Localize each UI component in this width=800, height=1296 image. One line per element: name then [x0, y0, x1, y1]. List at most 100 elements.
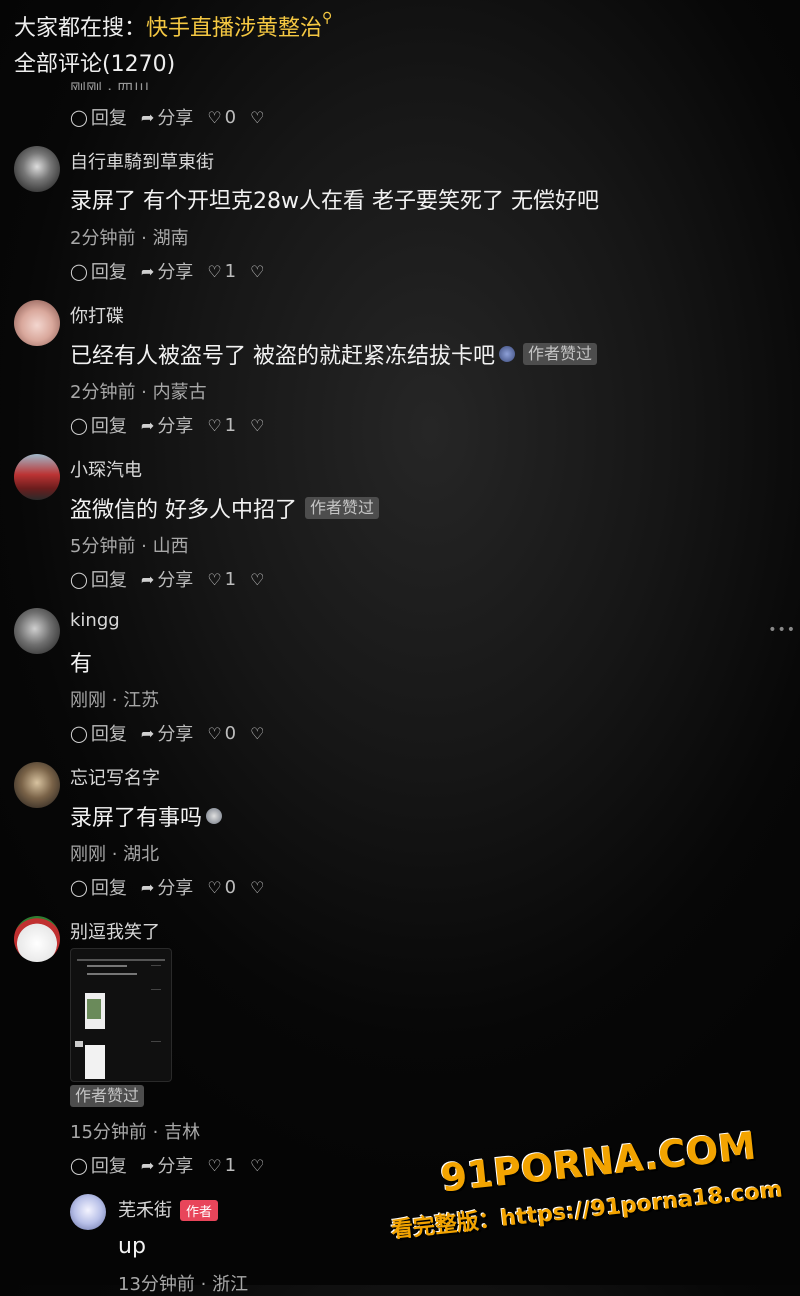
reply-username-row: 芜禾街 作者 — [118, 1196, 219, 1222]
comment-text-row: 作者赞过 — [70, 1085, 145, 1107]
emoji-icon — [499, 346, 515, 362]
broken-heart-icon: ♡ — [250, 261, 265, 281]
broken-heart-icon: ♡ — [250, 107, 265, 127]
broken-heart-icon: ♡ — [250, 1155, 265, 1175]
comment-username[interactable]: 别逗我笑了 — [70, 918, 160, 944]
comment-text-row: 录屏了有事吗 — [70, 800, 223, 832]
like-button[interactable]: ♡ 0 — [207, 107, 236, 128]
share-button[interactable]: ➦ 分享 — [141, 720, 193, 746]
dislike-button[interactable]: ♡ — [250, 570, 267, 589]
share-icon: ➦ — [140, 107, 155, 127]
screenshot-thumbnail-graphic — [75, 959, 165, 1079]
broken-heart-icon: ♡ — [250, 723, 265, 743]
reply-username[interactable]: 芜禾街 — [118, 1200, 172, 1221]
reply-icon: ◯ — [70, 569, 88, 589]
heart-icon: ♡ — [207, 723, 222, 743]
author-liked-badge: 作者赞过 — [70, 1085, 145, 1107]
reply-icon: ◯ — [70, 107, 88, 127]
reply-button[interactable]: ◯ 回复 — [70, 566, 127, 592]
share-icon: ➦ — [140, 415, 155, 435]
hot-search-prefix: 大家都在搜： — [14, 16, 147, 41]
hot-search-bar[interactable]: 大家都在搜：快手直播涉黄整治⚲ — [14, 10, 332, 42]
dislike-button[interactable]: ♡ — [250, 724, 267, 743]
comment-meta: 5分钟前 · 山西 — [70, 536, 189, 557]
comment-username[interactable]: 小琛汽电 — [70, 456, 142, 482]
dislike-button[interactable]: ♡ — [250, 262, 267, 281]
broken-heart-icon: ♡ — [250, 877, 265, 897]
comment-image-thumbnail[interactable] — [70, 948, 172, 1082]
avatar[interactable] — [14, 300, 60, 346]
like-button[interactable]: ♡ 0 — [207, 723, 236, 744]
like-button[interactable]: ♡ 1 — [207, 261, 236, 282]
avatar[interactable] — [14, 608, 60, 654]
heart-icon: ♡ — [207, 261, 222, 281]
share-button[interactable]: ➦ 分享 — [141, 258, 193, 284]
share-button[interactable]: ➦ 分享 — [141, 566, 193, 592]
reply-button[interactable]: ◯ 回复 — [70, 720, 127, 746]
reply-icon: ◯ — [70, 723, 88, 743]
share-button[interactable]: ➦ 分享 — [141, 874, 193, 900]
comment-actions: ◯ 回复 ➦ 分享 ♡ 1 ♡ — [70, 1152, 281, 1178]
share-icon: ➦ — [140, 877, 155, 897]
like-button[interactable]: ♡ 1 — [207, 1155, 236, 1176]
comment-actions: ◯ 回复 ➦ 分享 ♡ 1 ♡ — [70, 566, 281, 592]
reply-button[interactable]: ◯ 回复 — [70, 104, 127, 130]
hot-search-term[interactable]: 快手直播涉黄整治 — [146, 16, 322, 41]
like-button[interactable]: ♡ 1 — [207, 415, 236, 436]
reply-button[interactable]: ◯ 回复 — [70, 874, 127, 900]
comment-actions: ◯ 回复 ➦ 分享 ♡ 1 ♡ — [70, 412, 281, 438]
comment-username[interactable]: 忘记写名字 — [70, 764, 160, 790]
avatar[interactable] — [14, 146, 60, 192]
share-button[interactable]: ➦ 分享 — [141, 412, 193, 438]
comment-text-row: 已经有人被盗号了 被盗的就赶紧冻结拔卡吧 作者赞过 — [70, 338, 598, 370]
comment-actions: ◯ 回复 ➦ 分享 ♡ 1 ♡ — [70, 258, 281, 284]
reply-button[interactable]: ◯ 回复 — [70, 1152, 127, 1178]
heart-icon: ♡ — [207, 415, 222, 435]
like-button[interactable]: ♡ 1 — [207, 569, 236, 590]
heart-icon: ♡ — [207, 877, 222, 897]
share-icon: ➦ — [140, 569, 155, 589]
avatar[interactable] — [70, 1194, 106, 1230]
comment-meta: 2分钟前 · 湖南 — [70, 228, 189, 249]
avatar[interactable] — [14, 454, 60, 500]
reply-icon: ◯ — [70, 877, 88, 897]
share-icon: ➦ — [140, 261, 155, 281]
comment-actions: ◯ 回复 ➦ 分享 ♡ 0 ♡ — [70, 720, 281, 746]
reply-icon: ◯ — [70, 261, 88, 281]
search-icon[interactable]: ⚲ — [322, 10, 332, 26]
share-button[interactable]: ➦ 分享 — [141, 104, 193, 130]
comment-text-row: 盗微信的 好多人中招了 作者赞过 — [70, 492, 380, 524]
reply-meta: 13分钟前 · 浙江 — [118, 1274, 249, 1295]
comment-username[interactable]: 你打碟 — [70, 302, 124, 328]
heart-icon: ♡ — [207, 107, 222, 127]
more-options-icon[interactable]: ••• — [768, 622, 796, 638]
share-button[interactable]: ➦ 分享 — [141, 1152, 193, 1178]
reply-icon: ◯ — [70, 415, 88, 435]
avatar[interactable] — [14, 762, 60, 808]
author-liked-badge: 作者赞过 — [305, 497, 380, 519]
reply-button[interactable]: ◯ 回复 — [70, 412, 127, 438]
comments-count-title: 全部评论(1270) — [14, 52, 176, 77]
comment-text: 已经有人被盗号了 被盗的就赶紧冻结拔卡吧 — [70, 344, 495, 369]
reply-button[interactable]: ◯ 回复 — [70, 258, 127, 284]
dislike-button[interactable]: ♡ — [250, 878, 267, 897]
comment-meta: 刚刚 · 江苏 — [70, 690, 160, 711]
like-button[interactable]: ♡ 0 — [207, 877, 236, 898]
heart-icon: ♡ — [207, 1155, 222, 1175]
broken-heart-icon: ♡ — [250, 415, 265, 435]
comment-meta: 2分钟前 · 内蒙古 — [70, 382, 207, 403]
comment-actions: ◯ 回复 ➦ 分享 ♡ 0 ♡ — [70, 874, 281, 900]
broken-heart-icon: ♡ — [250, 569, 265, 589]
dislike-button[interactable]: ♡ — [250, 1156, 267, 1175]
comment-username[interactable]: 自行車騎到草東街 — [70, 148, 214, 174]
heart-icon: ♡ — [207, 569, 222, 589]
dislike-button[interactable]: ♡ — [250, 108, 267, 127]
dislike-button[interactable]: ♡ — [250, 416, 267, 435]
comment-username[interactable]: kingg — [70, 610, 120, 631]
comment-text: 录屏了有事吗 — [70, 806, 203, 831]
clipped-comment-meta: 刚刚 · 四川 — [70, 80, 150, 90]
avatar[interactable] — [14, 916, 60, 962]
comment-meta: 刚刚 · 湖北 — [70, 844, 160, 865]
emoji-icon — [206, 808, 223, 824]
reply-icon: ◯ — [70, 1155, 88, 1175]
